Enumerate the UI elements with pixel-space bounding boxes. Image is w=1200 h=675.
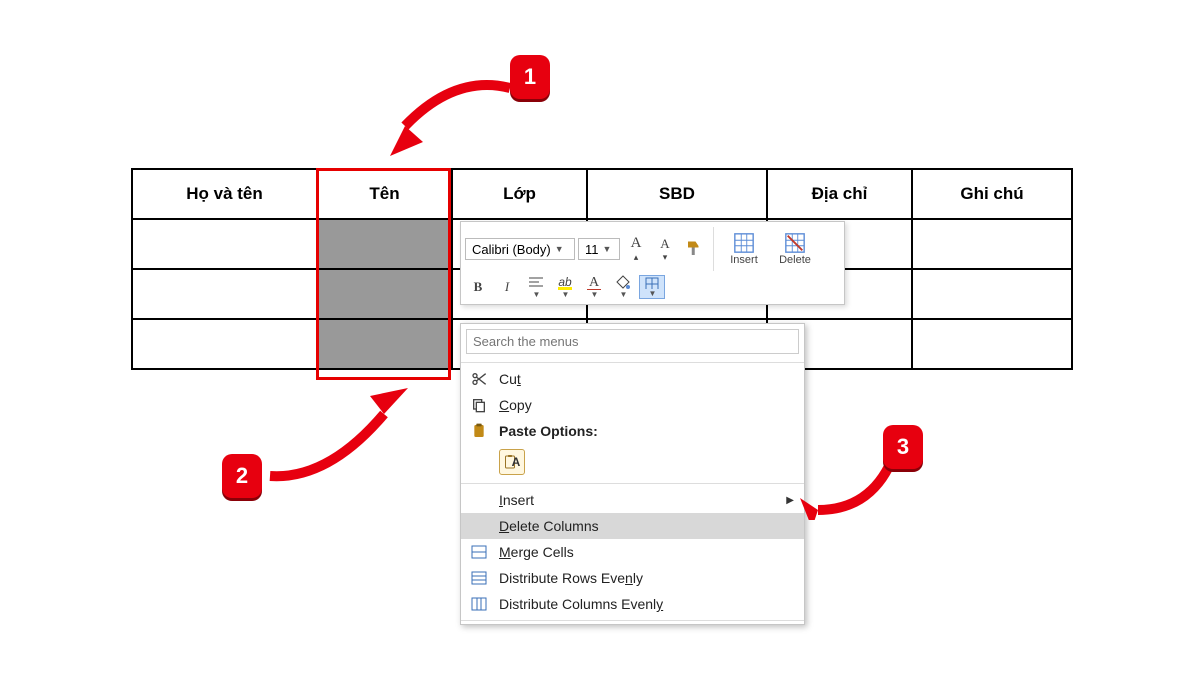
table-delete-button[interactable]: Delete xyxy=(771,227,819,271)
format-painter-button[interactable] xyxy=(681,237,707,261)
col-header-sbd[interactable]: SBD xyxy=(587,169,767,219)
font-size-value: 11 xyxy=(585,242,599,257)
delete-label: Delete xyxy=(779,254,811,266)
font-color-button[interactable]: A▼ xyxy=(581,275,607,299)
menu-merge-cells[interactable]: Merge Cells xyxy=(461,539,804,565)
menu-distribute-rows[interactable]: Distribute Rows Evenly xyxy=(461,565,804,591)
step-arrow-2 xyxy=(258,370,428,490)
mini-toolbar: Calibri (Body) ▼ 11 ▼ A▴ A▾ Insert Delet… xyxy=(460,221,845,305)
step-badge-2: 2 xyxy=(222,454,262,498)
merge-icon xyxy=(469,545,489,559)
font-size-combo[interactable]: 11 ▼ xyxy=(578,238,620,260)
menu-item-label: Paste Options: xyxy=(499,423,598,439)
align-button[interactable]: ▼ xyxy=(523,275,549,299)
col-header-lop[interactable]: Lớp xyxy=(452,169,587,219)
step-badge-1: 1 xyxy=(510,55,550,99)
borders-button[interactable]: ▼ xyxy=(639,275,665,299)
italic-button[interactable]: I xyxy=(494,275,520,299)
paste-keep-text-option[interactable]: A xyxy=(461,444,804,480)
menu-insert[interactable]: Insert ▶ xyxy=(461,487,804,513)
distribute-rows-icon xyxy=(469,571,489,585)
menu-item-label: Distribute Columns Evenly xyxy=(499,596,663,612)
menu-item-label: Insert xyxy=(499,492,534,508)
menu-item-label: Copy xyxy=(499,397,532,413)
context-menu: Cut Copy Paste Options: A Insert ▶ Delet… xyxy=(460,323,805,625)
copy-icon xyxy=(469,397,489,413)
col-header-name[interactable]: Họ và tên xyxy=(132,169,317,219)
insert-label: Insert xyxy=(730,254,758,266)
menu-distribute-cols[interactable]: Distribute Columns Evenly xyxy=(461,591,804,617)
grow-font-button[interactable]: A▴ xyxy=(623,237,649,261)
font-name-combo[interactable]: Calibri (Body) ▼ xyxy=(465,238,575,260)
bold-button[interactable]: B xyxy=(465,275,491,299)
shrink-font-button[interactable]: A▾ xyxy=(652,237,678,261)
chevron-down-icon: ▼ xyxy=(599,244,612,254)
step-arrow-1 xyxy=(375,64,525,174)
menu-item-label: Delete Columns xyxy=(499,518,599,534)
menu-item-label: Cut xyxy=(499,371,521,387)
col-header-ten[interactable]: Tên xyxy=(317,169,452,219)
menu-item-label: Merge Cells xyxy=(499,544,574,560)
table-header-row: Họ và tên Tên Lớp SBD Địa chỉ Ghi chú xyxy=(132,169,1072,219)
menu-search-input[interactable] xyxy=(466,329,799,354)
step-badge-3: 3 xyxy=(883,425,923,469)
menu-paste-options: Paste Options: xyxy=(461,418,804,444)
menu-delete-columns[interactable]: Delete Columns xyxy=(461,513,804,539)
distribute-cols-icon xyxy=(469,597,489,611)
col-header-diachi[interactable]: Địa chỉ xyxy=(767,169,912,219)
shading-button[interactable]: ▼ xyxy=(610,275,636,299)
menu-item-label: Distribute Rows Evenly xyxy=(499,570,643,586)
submenu-arrow-icon: ▶ xyxy=(786,495,794,506)
paste-text-only-icon: A xyxy=(499,449,525,475)
font-name-value: Calibri (Body) xyxy=(472,242,551,257)
menu-cut[interactable]: Cut xyxy=(461,366,804,392)
col-header-ghichu[interactable]: Ghi chú xyxy=(912,169,1072,219)
clipboard-icon xyxy=(469,423,489,439)
menu-copy[interactable]: Copy xyxy=(461,392,804,418)
highlight-color-button[interactable]: ab▼ xyxy=(552,275,578,299)
chevron-down-icon: ▼ xyxy=(551,244,564,254)
scissors-icon xyxy=(469,371,489,387)
table-insert-button[interactable]: Insert xyxy=(720,227,768,271)
